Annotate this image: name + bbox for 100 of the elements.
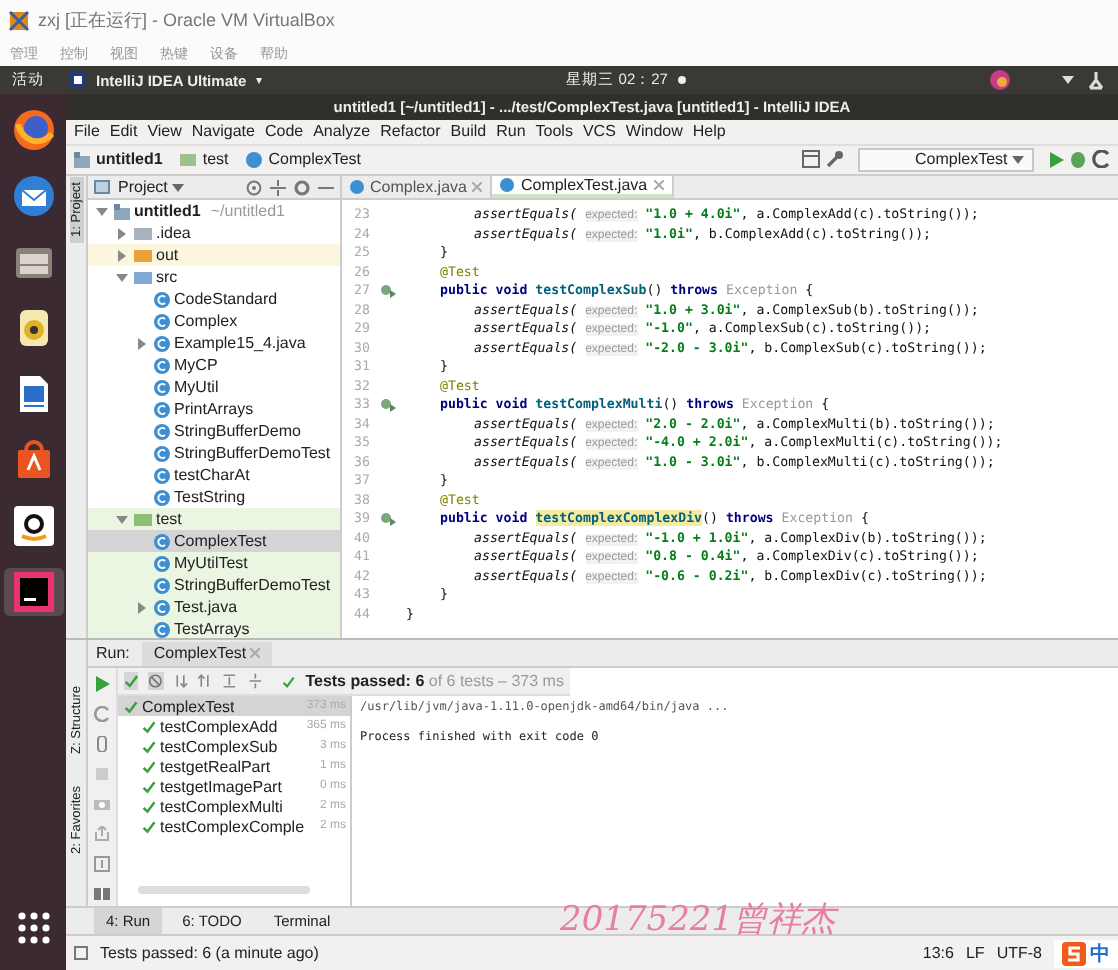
expanded-arrow-icon[interactable] [96, 205, 108, 218]
toggle-icon[interactable] [94, 736, 110, 753]
collapsed-arrow-icon[interactable] [136, 337, 148, 350]
coverage-icon[interactable] [1092, 150, 1110, 169]
import-icon[interactable] [94, 856, 110, 873]
class-icon [154, 467, 170, 484]
collapse-all-icon[interactable] [247, 672, 263, 691]
caret-icon[interactable] [1060, 74, 1076, 86]
tree-item[interactable]: untitled1 ~/untitled1 [88, 200, 340, 223]
cube-icon [8, 9, 30, 31]
tree-item[interactable]: MyUtilTest [88, 552, 340, 575]
tree-item[interactable]: MyUtil [88, 376, 340, 399]
breadcrumb[interactable]: untitled1 [96, 150, 163, 169]
blocked-icon[interactable] [148, 672, 164, 691]
tree-item[interactable]: StringBufferDemo [88, 420, 340, 443]
wrench-icon[interactable] [825, 150, 844, 169]
menu-item[interactable]: Navigate [191, 122, 255, 141]
breadcrumb[interactable]: test [202, 150, 229, 169]
expanded-arrow-icon[interactable] [116, 271, 128, 284]
project-view-dropdown[interactable]: Project [118, 178, 185, 197]
tree-item[interactable]: TestArrays [88, 618, 340, 639]
input-method-indicator[interactable]: 中 [1054, 939, 1118, 968]
app-grid-icon[interactable] [15, 910, 51, 946]
tree-item[interactable]: StringBufferDemoTest [88, 574, 340, 597]
collapse-icon[interactable] [270, 179, 286, 196]
collapsed-arrow-icon[interactable] [116, 227, 128, 240]
tree-item[interactable]: ComplexTest [88, 530, 340, 553]
caret-position[interactable]: 13:6 [922, 944, 954, 963]
bug-icon[interactable] [1070, 150, 1086, 169]
menu-item[interactable]: File [74, 122, 100, 141]
menu-item[interactable]: Window [625, 122, 683, 141]
collapsed-arrow-icon[interactable] [136, 601, 148, 614]
class-icon [154, 335, 170, 352]
menu-item[interactable]: View [147, 122, 182, 141]
menu-item[interactable]: Edit [109, 122, 138, 141]
tree-item[interactable]: Test.java [88, 596, 340, 619]
tree-item[interactable]: test [88, 508, 340, 531]
sort-icon[interactable] [173, 672, 189, 691]
window-icon [94, 180, 110, 195]
run-tab[interactable]: ComplexTest [141, 641, 273, 666]
close-icon[interactable] [653, 180, 664, 191]
run-icon[interactable] [1048, 151, 1064, 168]
square-icon[interactable] [74, 946, 88, 961]
tree-item[interactable]: .idea [88, 222, 340, 245]
ide-icon[interactable] [11, 570, 55, 614]
sort-icon[interactable] [198, 672, 213, 691]
handwritten-annotation: 20175221曾祥杰 [560, 898, 836, 942]
file-encoding[interactable]: UTF-8 [996, 944, 1042, 963]
tree-item[interactable]: Complex [88, 310, 340, 333]
menu-item[interactable]: Code [264, 122, 304, 141]
tree-item[interactable]: PrintArrays [88, 398, 340, 421]
menu-item[interactable]: Run [496, 122, 526, 141]
tree-item[interactable]: Example15_4.java [88, 332, 340, 355]
close-icon[interactable] [472, 182, 483, 193]
caret-icon [1012, 155, 1024, 164]
export-icon[interactable] [94, 826, 110, 843]
tree-item[interactable]: StringBufferDemoTest [88, 442, 340, 465]
tree-item[interactable]: MyCP [88, 354, 340, 377]
line-separator[interactable]: LF [965, 944, 985, 963]
target-icon[interactable] [246, 179, 262, 196]
menu-item[interactable]: VCS [582, 122, 616, 141]
check-icon [282, 673, 296, 690]
menu-item[interactable]: Build [450, 122, 487, 141]
layout-icon[interactable] [801, 150, 820, 169]
window-title: zxj [正在运行] - Oracle VM VirtualBox [38, 7, 335, 33]
run-test-icon[interactable] [380, 511, 396, 525]
layout-icon[interactable] [94, 886, 110, 903]
expand-all-icon[interactable] [222, 672, 238, 691]
check-icon[interactable] [124, 672, 139, 691]
collapsed-arrow-icon[interactable] [116, 249, 128, 262]
run-test-icon[interactable] [380, 283, 396, 297]
menu-item[interactable]: Analyze [313, 122, 371, 141]
run-configuration-dropdown[interactable]: ComplexTest [857, 147, 1034, 172]
class-icon [154, 291, 170, 308]
tree-item[interactable]: TestString [88, 486, 340, 509]
menu-item[interactable]: Help [692, 122, 726, 141]
class-icon [246, 151, 263, 168]
tree-item[interactable]: src [88, 266, 340, 289]
tree-item[interactable]: testCharAt [88, 464, 340, 487]
rerun-icon[interactable] [94, 676, 110, 693]
breadcrumb[interactable]: ComplexTest [268, 150, 361, 169]
editor-tab[interactable]: ComplexTest.java [492, 176, 674, 199]
menu-item[interactable]: Tools [535, 122, 573, 141]
tree-item[interactable]: out [88, 244, 340, 267]
settings-icon[interactable] [294, 179, 310, 196]
dot-icon [677, 76, 686, 84]
app-icon [70, 72, 86, 88]
rerun-failed-icon[interactable] [94, 706, 110, 723]
globe-icon[interactable] [11, 108, 55, 152]
run-test-icon[interactable] [380, 397, 396, 411]
expanded-arrow-icon[interactable] [116, 513, 128, 526]
mail-icon[interactable] [11, 174, 55, 218]
class-icon [154, 357, 170, 374]
class-icon [154, 445, 170, 462]
camera-icon[interactable] [94, 796, 110, 813]
tree-item[interactable]: CodeStandard [88, 288, 340, 311]
folder-icon [134, 512, 152, 527]
menu-item[interactable]: Refactor [380, 122, 441, 141]
class-icon [154, 555, 170, 572]
class-icon [154, 599, 170, 616]
